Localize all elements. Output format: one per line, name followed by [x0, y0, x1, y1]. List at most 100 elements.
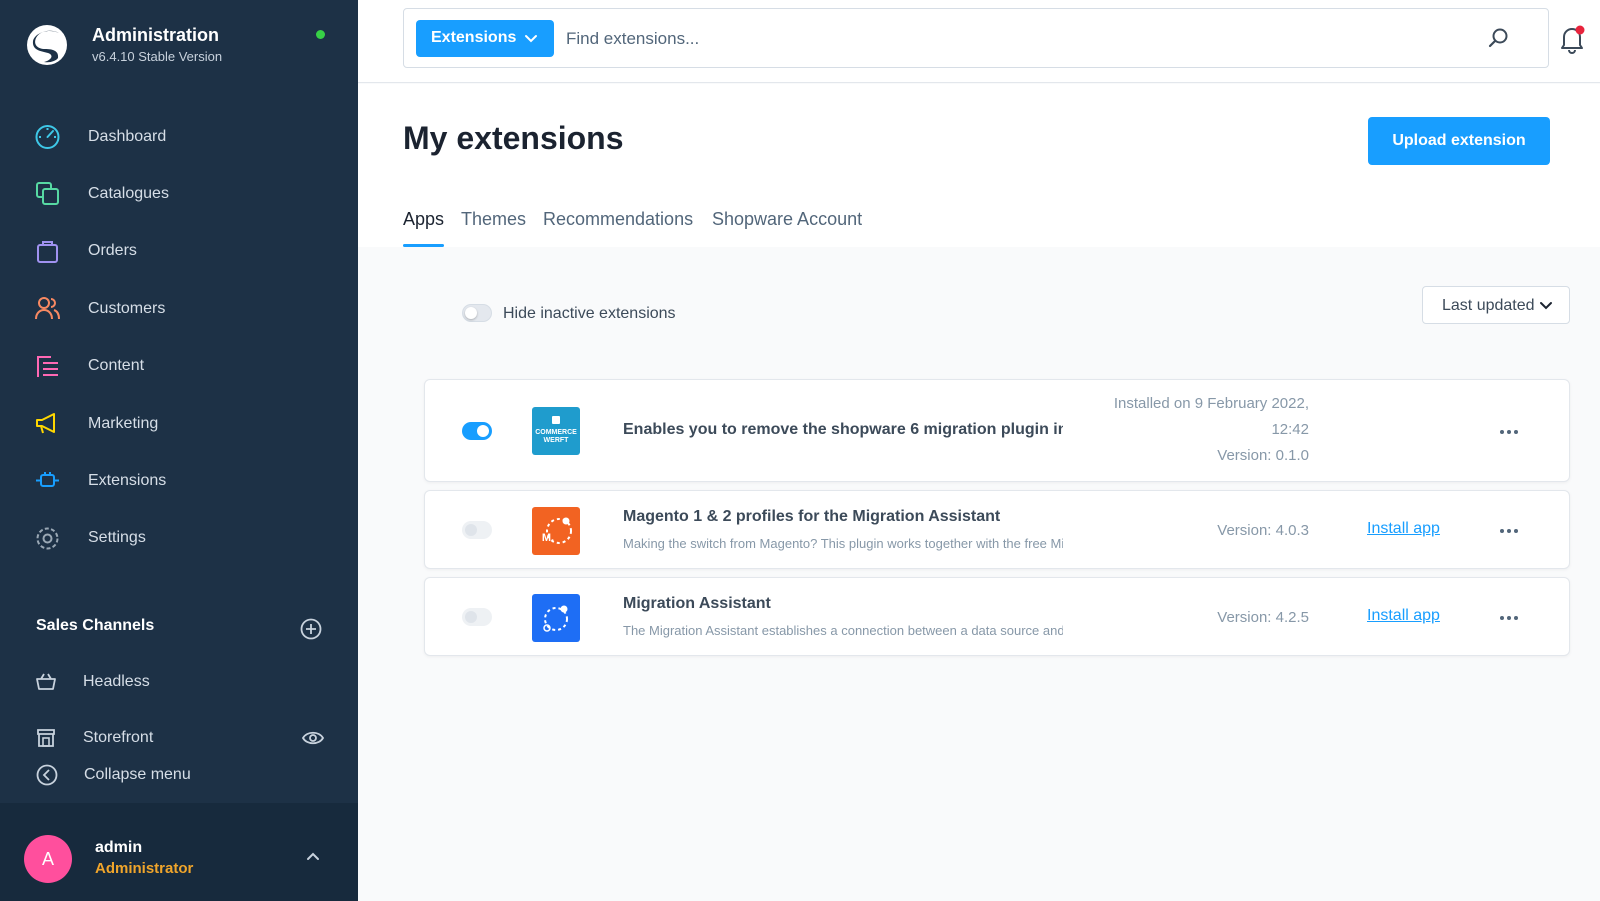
search-icon[interactable] — [1487, 27, 1509, 49]
hide-inactive-label: Hide inactive extensions — [503, 305, 676, 322]
chevron-down-icon — [1540, 302, 1552, 310]
nav-label: Marketing — [88, 414, 159, 432]
nav-item-settings[interactable]: Settings — [0, 510, 358, 567]
tab-themes[interactable]: Themes — [461, 209, 526, 247]
nav-label: Dashboard — [88, 127, 167, 145]
extension-active-switch[interactable] — [462, 422, 492, 440]
svg-text:M.: M. — [542, 532, 554, 544]
search-type-label: Extensions — [431, 29, 517, 46]
svg-text:WERFT: WERFT — [544, 437, 570, 444]
sales-channel-label: Storefront — [83, 729, 154, 746]
extension-name: Migration Assistant — [623, 595, 771, 612]
nav-item-dashboard[interactable]: Dashboard — [0, 108, 358, 165]
marketing-icon — [36, 412, 55, 434]
upload-extension-button[interactable]: Upload extension — [1368, 117, 1550, 165]
add-sales-channel-icon[interactable] — [300, 618, 322, 640]
storefront-icon — [37, 729, 55, 747]
sidebar: Administration v6.4.10 Stable Version Da… — [0, 0, 358, 901]
orders-icon — [37, 240, 58, 263]
nav-item-marketing[interactable]: Marketing — [0, 395, 358, 452]
chevron-up-icon[interactable] — [304, 847, 322, 865]
installed-time: 12:42 — [1271, 421, 1309, 438]
main-nav: Dashboard Catalogues Orders Customers Co… — [0, 108, 358, 567]
migration-assistant-logo — [532, 594, 580, 642]
extension-name: Magento 1 & 2 profiles for the Migration… — [623, 508, 1001, 525]
hide-inactive-toggle[interactable] — [462, 304, 492, 322]
status-indicator — [316, 30, 325, 39]
install-app-link[interactable]: Install app — [1367, 607, 1440, 625]
nav-label: Catalogues — [88, 185, 169, 203]
collapse-menu-label: Collapse menu — [84, 766, 191, 783]
search-type-select[interactable]: Extensions — [416, 20, 554, 57]
search-input[interactable] — [566, 20, 1466, 57]
nav-item-customers[interactable]: Customers — [0, 280, 358, 337]
avatar[interactable]: A — [24, 835, 72, 883]
switch-knob — [477, 425, 489, 437]
catalogues-icon — [36, 182, 59, 206]
app-title: Administration — [92, 25, 220, 45]
notification-bell-icon[interactable] — [1558, 24, 1586, 54]
nav-item-extensions[interactable]: Extensions — [0, 452, 358, 509]
extension-meta: Installed on 9 February 2022, 12:42 Vers… — [1114, 391, 1309, 469]
sort-label: Last updated — [1442, 297, 1535, 314]
global-search: Extensions — [403, 8, 1549, 68]
sort-select[interactable]: Last updated — [1422, 286, 1570, 324]
more-actions-icon[interactable] — [1497, 424, 1521, 440]
extension-active-switch[interactable] — [462, 521, 492, 539]
top-bar: Extensions — [358, 0, 1600, 83]
nav-label: Extensions — [88, 472, 167, 490]
tab-apps[interactable]: Apps — [403, 209, 445, 247]
extension-description: The Migration Assistant establishes a co… — [623, 623, 1063, 638]
sales-channel-label: Headless — [83, 673, 150, 690]
extension-card: Migration Assistant The Migration Assist… — [424, 577, 1570, 656]
extension-card: M. Magento 1 & 2 profiles for the Migrat… — [424, 490, 1570, 569]
switch-knob — [465, 611, 477, 623]
tab-shopware-account[interactable]: Shopware Account — [712, 209, 862, 247]
collapse-menu[interactable]: Collapse menu — [0, 756, 358, 792]
magento-migration-logo: M. — [532, 507, 580, 555]
sales-channels-heading: Sales Channels — [36, 617, 155, 634]
more-actions-icon[interactable] — [1497, 610, 1521, 626]
nav-label: Orders — [88, 242, 137, 260]
extension-description: Making the switch from Magento? This plu… — [623, 536, 1063, 551]
extension-version: Version: 4.0.3 — [1217, 522, 1309, 539]
user-name: admin — [95, 839, 143, 856]
nav-label: Content — [88, 357, 145, 375]
eye-icon[interactable] — [302, 729, 324, 747]
content-icon — [37, 355, 58, 377]
installed-date: Installed on 9 February 2022, — [1113, 395, 1309, 412]
page-title: My extensions — [403, 120, 624, 156]
extension-version: Version: 4.2.5 — [1217, 609, 1309, 626]
svg-text:COMMERCE: COMMERCE — [535, 429, 577, 436]
switch-knob — [465, 524, 477, 536]
brand-header: Administration v6.4.10 Stable Version — [26, 22, 326, 72]
extension-active-switch[interactable] — [462, 608, 492, 626]
sales-channel-storefront[interactable]: Storefront — [0, 718, 358, 758]
collapse-icon — [36, 764, 58, 786]
extension-card: COMMERCE WERFT Enables you to remove the… — [424, 379, 1570, 482]
basket-icon — [36, 673, 56, 690]
app-version: v6.4.10 Stable Version — [92, 49, 223, 64]
nav-label: Settings — [88, 529, 146, 547]
tab-recommendations[interactable]: Recommendations — [543, 209, 693, 247]
install-app-link[interactable]: Install app — [1367, 520, 1440, 538]
more-actions-icon[interactable] — [1497, 523, 1521, 539]
user-role: Administrator — [95, 860, 194, 877]
page-header: My extensions Upload extension Apps Them… — [358, 84, 1600, 247]
chevron-down-icon — [525, 35, 537, 43]
sales-channel-headless[interactable]: Headless — [0, 662, 358, 702]
dashboard-icon — [35, 125, 60, 149]
nav-item-content[interactable]: Content — [0, 338, 358, 395]
user-menu[interactable]: A admin Administrator — [0, 803, 358, 901]
shopware-logo[interactable] — [26, 24, 68, 66]
commercewerft-logo: COMMERCE WERFT — [532, 407, 580, 455]
customers-icon — [35, 297, 60, 320]
nav-item-catalogues[interactable]: Catalogues — [0, 165, 358, 222]
settings-icon — [36, 527, 59, 550]
extensions-icon — [36, 472, 59, 488]
extension-version: Version: 0.1.0 — [1217, 447, 1309, 464]
nav-item-orders[interactable]: Orders — [0, 223, 358, 280]
toggle-knob — [465, 307, 477, 319]
nav-label: Customers — [88, 299, 166, 317]
extension-name: Enables you to remove the shopware 6 mig… — [623, 421, 1063, 438]
